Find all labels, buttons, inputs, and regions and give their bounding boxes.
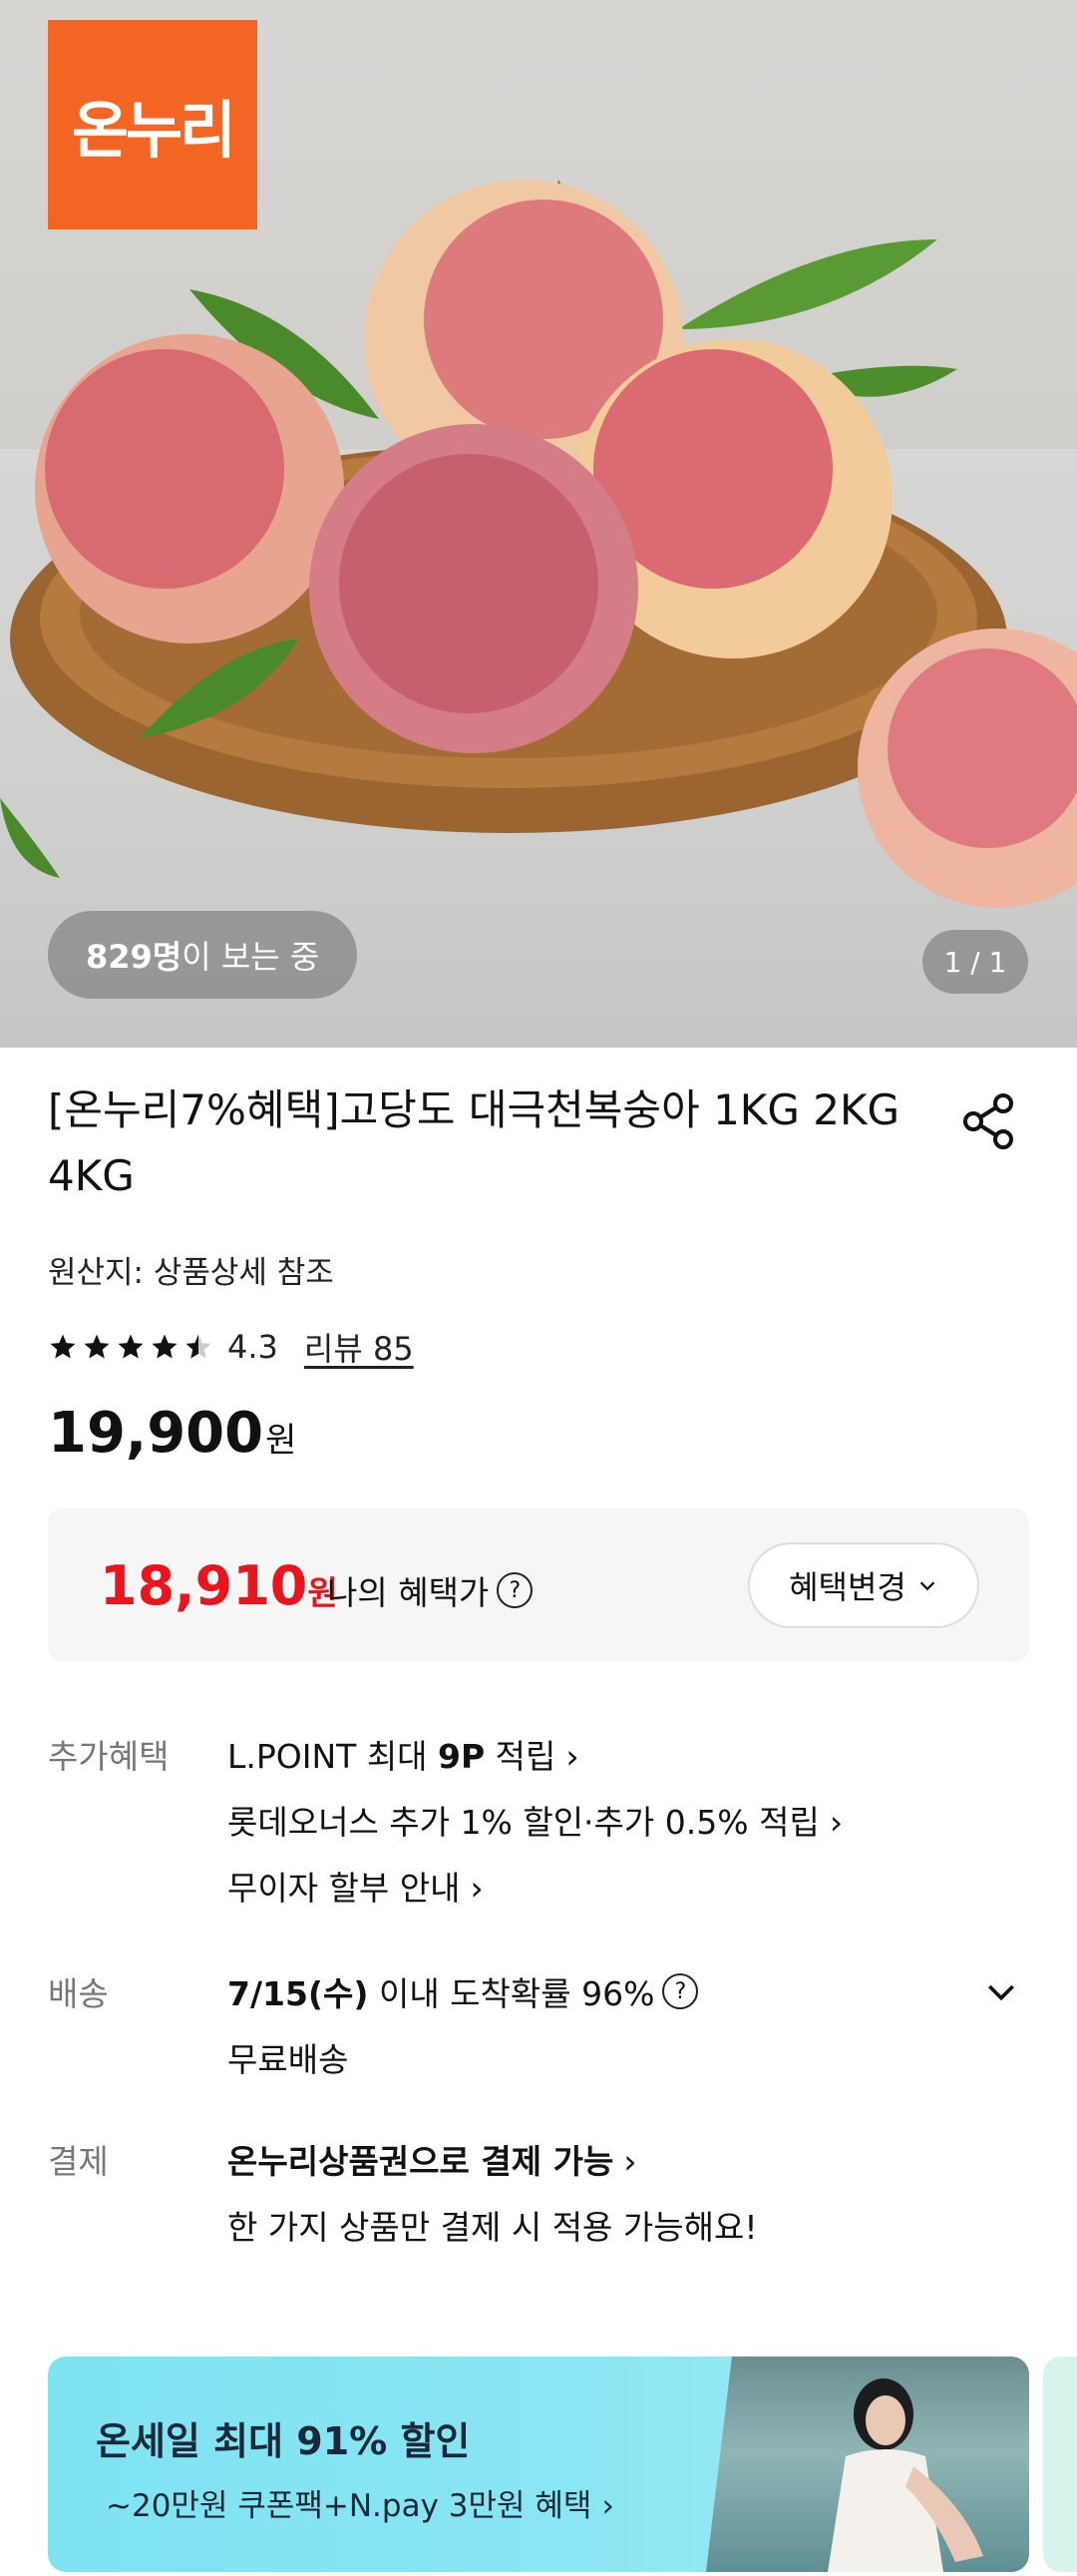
star-icon (118, 1334, 144, 1359)
lotte-owners-link[interactable]: 롯데오너스 추가 1% 할인·추가 0.5% 적립 › (227, 1796, 843, 1844)
promo-title: 온세일 최대 91% 할인 (96, 2419, 471, 2463)
payment-label: 결제 (48, 2142, 109, 2181)
product-title: [온누리7%혜택]고당도 대극천복숭아 1KG 2KG 4KG (48, 1085, 900, 1200)
help-icon[interactable]: ? (662, 1973, 699, 2009)
promo-subtitle: ~20만원 쿠폰팩+N.pay 3만원 혜택 › (106, 2480, 614, 2525)
star-icon (50, 1334, 76, 1359)
delivery-label: 배송 (48, 1974, 109, 2013)
original-price: 19,900원 (48, 1401, 296, 1466)
chevron-down-icon[interactable] (981, 1971, 1021, 2011)
half-star-icon (185, 1334, 211, 1359)
model-illustration (828, 2378, 983, 2572)
benefit-price-box: 18,910원 나의 혜택가 ? 혜택변경 (48, 1508, 1029, 1662)
payment-link[interactable]: 온누리상품권으로 결제 가능 › (227, 2135, 637, 2183)
chevron-down-icon (919, 1581, 935, 1591)
chevron-right-icon: › (470, 1869, 484, 1908)
star-icon (84, 1334, 110, 1359)
change-benefit-button[interactable]: 혜택변경 (748, 1542, 979, 1628)
chevron-right-icon: › (601, 2488, 614, 2524)
viewer-count: 829명 (86, 938, 182, 976)
chevron-right-icon: › (829, 1803, 844, 1842)
viewer-count-badge: 829명 이 보는 중 (48, 911, 358, 999)
rating-value: 4.3 (227, 1328, 278, 1366)
delivery-text: 이내 도착확률 96% (368, 1974, 655, 2013)
origin-info: 원산지: 상품상세 참조 (48, 1255, 334, 1291)
benefit-label: 나의 혜택가 ? (327, 1566, 534, 1614)
installment-text: 무이자 할부 안내 (227, 1869, 461, 1908)
rating-row: 4.3 리뷰 85 (48, 1325, 414, 1369)
payment-note: 한 가지 상품만 결제 시 적용 가능해요! (227, 2208, 758, 2247)
onnuri-logo: 온누리 (48, 20, 257, 229)
share-icon[interactable] (957, 1089, 1021, 1153)
lpoint-prefix: L.POINT 최대 (227, 1737, 439, 1776)
chevron-right-icon: › (565, 1737, 579, 1776)
promo-subtitle-text: ~20만원 쿠폰팩+N.pay 3만원 혜택 (106, 2488, 592, 2524)
help-icon[interactable]: ? (497, 1572, 534, 1608)
benefit-price: 18,910원 (100, 1554, 338, 1617)
star-rating (48, 1332, 213, 1362)
delivery-date: 7/15(수) (227, 1974, 369, 2013)
star-icon (152, 1334, 178, 1359)
benefit-price-value: 18,910 (100, 1554, 308, 1617)
payment-text: 온누리상품권으로 결제 가능 (227, 2142, 614, 2181)
promo-model-image (706, 2357, 1029, 2572)
lotte-owners-text: 롯데오너스 추가 1% 할인·추가 0.5% 적립 (227, 1803, 820, 1842)
change-benefit-label: 혜택변경 (789, 1568, 906, 1606)
price-unit: 원 (265, 1421, 297, 1461)
lpoint-points: 9P (438, 1737, 486, 1776)
price-value: 19,900 (48, 1401, 264, 1466)
lpoint-link[interactable]: L.POINT 최대 9P 적립 › (227, 1730, 579, 1778)
viewer-suffix: 이 보는 중 (181, 938, 320, 976)
installment-link[interactable]: 무이자 할부 안내 › (227, 1862, 484, 1910)
lpoint-suffix: 적립 (485, 1737, 556, 1776)
next-banner-peek[interactable] (1043, 2357, 1077, 2572)
promo-banner[interactable]: 온세일 최대 91% 할인 ~20만원 쿠폰팩+N.pay 3만원 혜택 › (48, 2357, 1029, 2572)
benefit-label-text: 나의 혜택가 (327, 1573, 490, 1612)
image-page-indicator: 1 / 1 (922, 930, 1028, 994)
delivery-info: 7/15(수) 이내 도착확률 96%? (227, 1967, 699, 2015)
delivery-fee: 무료배송 (227, 2040, 349, 2079)
chevron-right-icon: › (623, 2142, 637, 2181)
extra-benefit-label: 추가혜택 (48, 1737, 170, 1776)
review-link[interactable]: 리뷰 85 (304, 1324, 414, 1370)
product-image[interactable]: 온누리 829명 이 보는 중 1 / 1 (0, 0, 1077, 1048)
